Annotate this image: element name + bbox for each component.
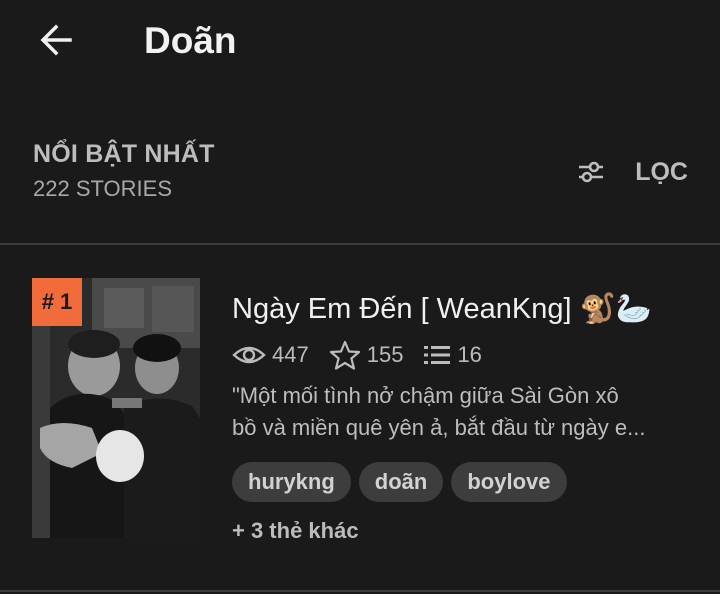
- tag-chip[interactable]: hurykng: [232, 462, 351, 502]
- votes-stat: 155: [329, 340, 404, 370]
- divider: [0, 243, 720, 245]
- tag-chip[interactable]: boylove: [451, 462, 567, 502]
- list-header: NỔI BẬT NHẤT 222 STORIES LỌC: [0, 128, 720, 228]
- parts-stat: 16: [423, 342, 482, 368]
- story-description: "Một mối tình nở chậm giữa Sài Gòn xô bồ…: [232, 380, 682, 444]
- tag-list: hurykng doãn boylove: [232, 462, 567, 502]
- story-cover-image[interactable]: # 1: [32, 278, 200, 538]
- parts-count: 16: [457, 342, 482, 367]
- back-button[interactable]: [34, 18, 78, 62]
- sort-label: NỔI BẬT NHẤT: [33, 140, 215, 168]
- star-icon: [329, 340, 360, 370]
- sliders-icon: [579, 161, 604, 183]
- page-title: Doãn: [144, 20, 237, 61]
- description-line: bồ và miền quê yên ả, bắt đầu từ ngày e.…: [232, 415, 646, 440]
- story-card[interactable]: # 1 Ngày Em Đến [ WeanKng] 🐒🦢 447 155 16…: [0, 270, 720, 550]
- list-icon: [424, 346, 451, 364]
- votes-count: 155: [366, 342, 404, 367]
- more-tags-link[interactable]: + 3 thẻ khác: [232, 518, 359, 544]
- description-line: "Một mối tình nở chậm giữa Sài Gòn xô: [232, 383, 619, 408]
- story-count: 222 STORIES: [33, 176, 172, 201]
- reads-count: 447: [272, 342, 309, 367]
- reads-stat: 447: [232, 342, 309, 368]
- top-app-bar: Doãn: [0, 0, 720, 84]
- rank-badge: # 1: [32, 278, 82, 326]
- arrow-left-icon: [40, 24, 72, 56]
- eye-icon: [232, 346, 266, 364]
- filter-button[interactable]: LỌC: [577, 152, 688, 192]
- story-title[interactable]: Ngày Em Đến [ WeanKng] 🐒🦢: [232, 290, 652, 328]
- story-stats: 447 155 16: [232, 338, 502, 372]
- tag-chip[interactable]: doãn: [358, 462, 444, 502]
- filter-label: LỌC: [635, 157, 688, 186]
- divider: [0, 590, 720, 592]
